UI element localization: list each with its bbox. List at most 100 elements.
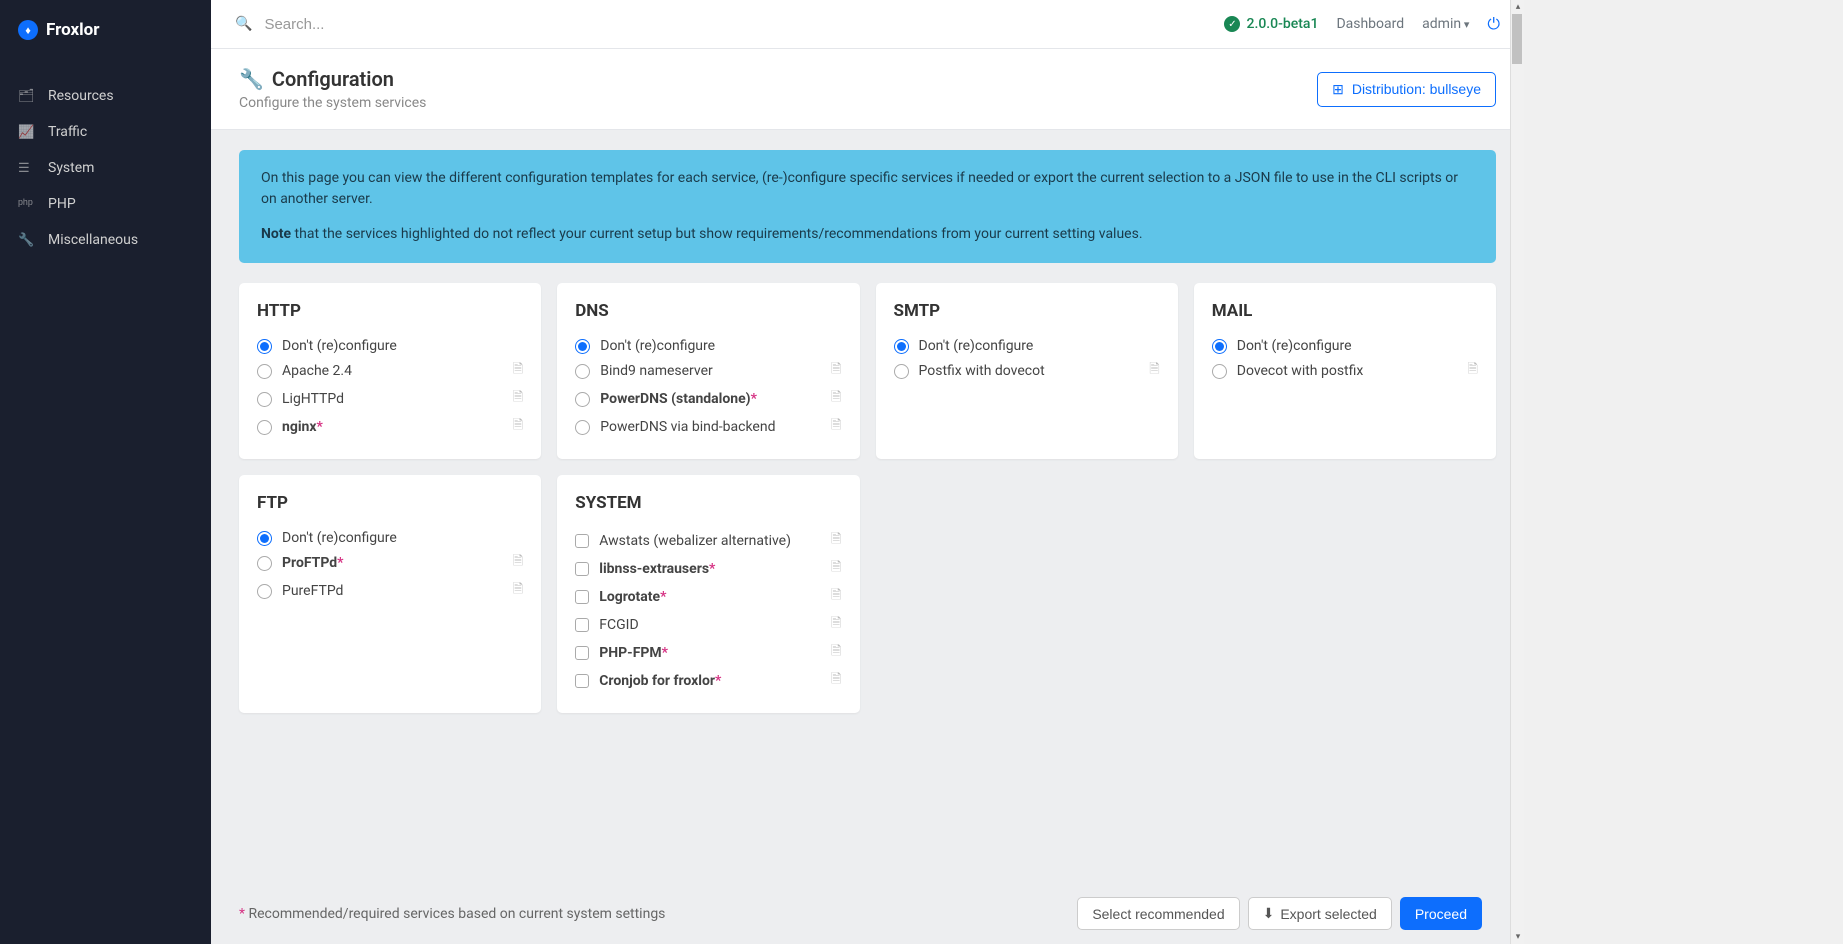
radio-input[interactable] (575, 420, 590, 435)
radio-input[interactable] (257, 392, 272, 407)
footer-actions: Select recommended ⬇Export selected Proc… (1077, 897, 1482, 930)
document-icon[interactable]: 🗎 (1149, 360, 1159, 382)
option-row: Don't (re)configure (575, 335, 841, 357)
version-indicator[interactable]: ✓ 2.0.0-beta1 (1224, 16, 1318, 32)
check-icon: ✓ (1224, 16, 1240, 32)
option-label[interactable]: PowerDNS via bind-backend (600, 419, 821, 435)
document-icon[interactable]: 🗎 (831, 642, 841, 664)
document-icon[interactable]: 🗎 (831, 360, 841, 382)
info-alert: On this page you can view the different … (239, 150, 1496, 263)
option-label[interactable]: Don't (re)configure (600, 338, 841, 354)
radio-input[interactable] (257, 339, 272, 354)
option-label[interactable]: Don't (re)configure (1237, 338, 1478, 354)
main: 🔍 ✓ 2.0.0-beta1 Dashboard admin ⏻ 🔧 Conf… (211, 0, 1524, 944)
option-label[interactable]: nginx* (282, 419, 503, 435)
option-label[interactable]: Awstats (webalizer alternative) (599, 533, 821, 549)
footer-note: * Recommended/required services based on… (239, 906, 665, 922)
document-icon[interactable]: 🗎 (831, 388, 841, 410)
document-icon[interactable]: 🗎 (831, 530, 841, 552)
option-label[interactable]: Don't (re)configure (282, 338, 523, 354)
option-label[interactable]: Apache 2.4 (282, 363, 503, 379)
scrollbar[interactable]: ▴ ▾ (1510, 0, 1524, 944)
document-icon[interactable]: 🗎 (513, 388, 523, 410)
option-label[interactable]: PowerDNS (standalone)* (600, 391, 821, 407)
sidebar-item-resources[interactable]: 🗂Resources (0, 78, 211, 114)
export-selected-button[interactable]: ⬇Export selected (1248, 897, 1392, 930)
radio-input[interactable] (257, 364, 272, 379)
card-title: HTTP (257, 301, 523, 321)
sidebar-item-system[interactable]: ☰System (0, 150, 211, 186)
option-label[interactable]: PureFTPd (282, 583, 503, 599)
option-label[interactable]: Bind9 nameserver (600, 363, 821, 379)
checkbox-input[interactable] (575, 562, 589, 576)
card-title: FTP (257, 493, 523, 513)
card-system: SYSTEMAwstats (webalizer alternative)🗎li… (557, 475, 859, 713)
dashboard-link[interactable]: Dashboard (1336, 16, 1404, 32)
document-icon[interactable]: 🗎 (831, 614, 841, 636)
option-label[interactable]: Postfix with dovecot (919, 363, 1140, 379)
option-label[interactable]: Don't (re)configure (919, 338, 1160, 354)
option-label[interactable]: FCGID (599, 617, 821, 633)
option-row: Don't (re)configure (894, 335, 1160, 357)
checkbox-input[interactable] (575, 674, 589, 688)
alert-p2: Note that the services highlighted do no… (261, 224, 1474, 245)
scrollbar-thumb[interactable] (1512, 14, 1522, 64)
option-label[interactable]: libnss-extrausers* (599, 561, 821, 577)
server-icon: ☰ (18, 161, 34, 176)
radio-input[interactable] (894, 364, 909, 379)
brand-logo[interactable]: Froxlor (0, 0, 211, 60)
option-label[interactable]: LigHTTPd (282, 391, 503, 407)
document-icon[interactable]: 🗎 (831, 670, 841, 692)
scroll-up-icon[interactable]: ▴ (1511, 0, 1525, 14)
option-label[interactable]: Dovecot with postfix (1237, 363, 1458, 379)
document-icon[interactable]: 🗎 (1468, 360, 1478, 382)
option-label[interactable]: Don't (re)configure (282, 530, 523, 546)
option-row: LigHTTPd 🗎 (257, 385, 523, 413)
admin-dropdown[interactable]: admin (1422, 16, 1469, 32)
option-label[interactable]: PHP-FPM* (599, 645, 821, 661)
checkbox-input[interactable] (575, 646, 589, 660)
radio-input[interactable] (1212, 339, 1227, 354)
document-icon[interactable]: 🗎 (513, 360, 523, 382)
distribution-button[interactable]: ⊞ Distribution: bullseye (1317, 72, 1496, 107)
select-recommended-button[interactable]: Select recommended (1077, 897, 1239, 930)
power-icon[interactable]: ⏻ (1487, 14, 1500, 34)
radio-input[interactable] (257, 531, 272, 546)
document-icon[interactable]: 🗎 (513, 580, 523, 602)
search-input[interactable] (264, 16, 1208, 33)
checkbox-input[interactable] (575, 618, 589, 632)
radio-input[interactable] (1212, 364, 1227, 379)
brand-name: Froxlor (46, 20, 99, 40)
option-row: PHP-FPM* 🗎 (575, 639, 841, 667)
checkbox-input[interactable] (575, 590, 589, 604)
radio-input[interactable] (257, 420, 272, 435)
radio-input[interactable] (575, 364, 590, 379)
option-label[interactable]: Logrotate* (599, 589, 821, 605)
option-row: Apache 2.4 🗎 (257, 357, 523, 385)
document-icon[interactable]: 🗎 (513, 552, 523, 574)
proceed-button[interactable]: Proceed (1400, 897, 1482, 930)
document-icon[interactable]: 🗎 (831, 586, 841, 608)
document-icon[interactable]: 🗎 (831, 558, 841, 580)
option-row: PureFTPd 🗎 (257, 577, 523, 605)
document-icon[interactable]: 🗎 (831, 416, 841, 438)
radio-input[interactable] (894, 339, 909, 354)
radio-input[interactable] (257, 584, 272, 599)
option-label[interactable]: ProFTPd* (282, 555, 503, 571)
download-icon: ⬇ (1263, 905, 1275, 922)
cards-grid: HTTPDon't (re)configureApache 2.4🗎LigHTT… (239, 283, 1496, 713)
sidebar-item-miscellaneous[interactable]: 🔧Miscellaneous (0, 222, 211, 258)
card-title: DNS (575, 301, 841, 321)
scroll-down-icon[interactable]: ▾ (1511, 930, 1525, 944)
option-label[interactable]: Cronjob for froxlor* (599, 673, 821, 689)
radio-input[interactable] (575, 392, 590, 407)
option-row: Logrotate* 🗎 (575, 583, 841, 611)
document-icon[interactable]: 🗎 (513, 416, 523, 438)
required-star-icon: * (709, 561, 715, 577)
radio-input[interactable] (257, 556, 272, 571)
checkbox-input[interactable] (575, 534, 589, 548)
sidebar-item-php[interactable]: ᵖʰᵖPHP (0, 186, 211, 222)
sidebar-item-traffic[interactable]: 📈Traffic (0, 114, 211, 150)
option-row: Dovecot with postfix 🗎 (1212, 357, 1478, 385)
radio-input[interactable] (575, 339, 590, 354)
